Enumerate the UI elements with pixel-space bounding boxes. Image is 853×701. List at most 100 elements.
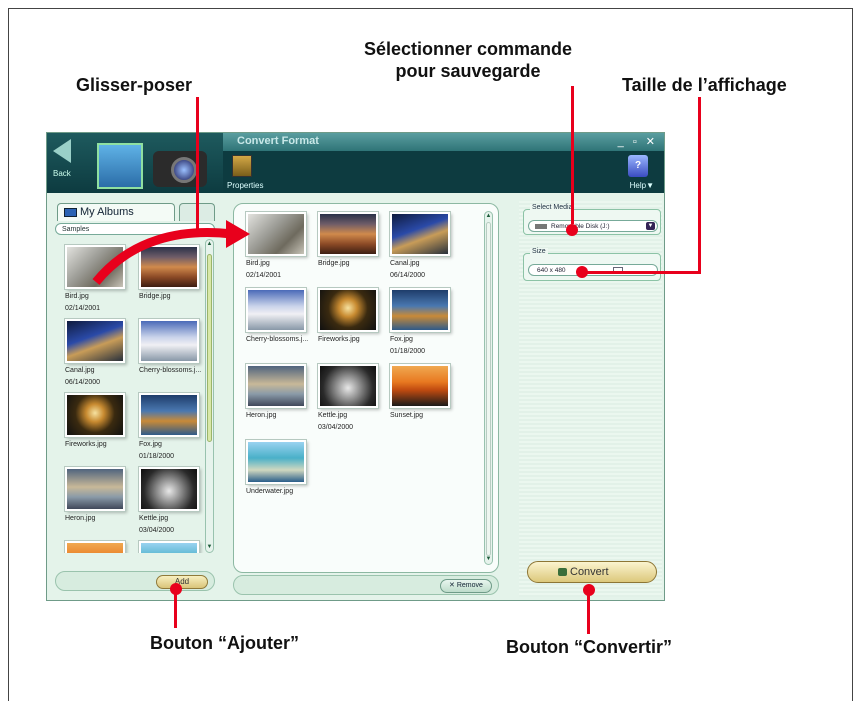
add-button[interactable]: Add — [156, 575, 208, 589]
thumbnail-filename: Bridge.jpg — [139, 293, 171, 300]
thumbnail-image[interactable] — [246, 212, 306, 256]
callout-selectionner: Sélectionner commande pour sauvegarde — [318, 38, 618, 82]
album-scrollbar[interactable]: ▲ ▼ — [205, 239, 214, 553]
thumbnail-item[interactable]: Cherry-blossoms.j... — [139, 319, 207, 378]
thumbnail-filename: Bird.jpg — [65, 293, 89, 300]
properties-label[interactable]: Properties — [227, 181, 263, 190]
thumbnail-image[interactable] — [139, 541, 199, 553]
thumbnail-image[interactable] — [390, 212, 450, 256]
thumbnail-image[interactable] — [139, 319, 199, 363]
thumbnail-image[interactable] — [139, 393, 199, 437]
properties-icon[interactable] — [232, 155, 252, 177]
thumbnail-item[interactable]: Bird.jpg 02/14/2001 — [246, 212, 318, 280]
thumbnail-item[interactable]: Sunset.jpg — [390, 364, 462, 423]
back-arrow-icon[interactable] — [53, 139, 71, 163]
remove-button[interactable]: ✕ Remove — [440, 579, 492, 593]
size-label: Size — [530, 248, 548, 255]
tab-my-albums-label: My Albums — [80, 206, 134, 218]
media-select[interactable]: Removable Disk (J:) ▼ — [528, 220, 658, 232]
scroll-up-icon[interactable]: ▲ — [485, 213, 492, 220]
callout-convertir: Bouton “Convertir” — [506, 637, 672, 657]
callout-line-taille-horizontal — [586, 271, 701, 274]
thumbnail-image[interactable] — [246, 288, 306, 332]
thumbnail-item[interactable]: Kettle.jpg 03/04/2000 — [318, 364, 390, 432]
thumbnail-filename: Sunset.jpg — [390, 412, 424, 419]
thumbnail-filename: Underwater.jpg — [246, 488, 294, 495]
tab-my-albums[interactable]: My Albums — [57, 203, 175, 221]
thumbnail-filename: Bird.jpg — [246, 260, 270, 267]
thumbnail-date: 01/18/2000 — [139, 453, 175, 460]
thumbnail-date: 03/04/2000 — [139, 527, 175, 534]
thumbnail-item[interactable]: Bridge.jpg — [139, 245, 207, 304]
thumbnail-filename: Cherry-blossoms.j... — [246, 336, 309, 343]
thumbnail-item[interactable]: Heron.jpg — [246, 364, 318, 423]
albums-panel: My Albums Samples Bird.jpg 02/14/2001 Brid… — [53, 199, 219, 598]
selected-scrollbar[interactable]: ▲ ▼ — [484, 211, 493, 565]
window-controls[interactable]: _ ▫ ✕ — [618, 135, 658, 148]
thumbnail-filename: Bridge.jpg — [318, 260, 350, 267]
thumbnail-item[interactable]: Bird.jpg 02/14/2001 — [65, 245, 137, 313]
thumbnail-date: 02/14/2001 — [246, 272, 282, 279]
callout-line-ajouter — [174, 592, 177, 628]
help-label[interactable]: Help▼ — [630, 181, 654, 190]
thumbnail-image[interactable] — [246, 440, 306, 484]
callout-ajouter: Bouton “Ajouter” — [150, 633, 299, 653]
convert-button[interactable]: Convert — [527, 561, 657, 583]
selected-thumbnail-list: Bird.jpg 02/14/2001 Bridge.jpg Canal.jpg 06/… — [233, 203, 499, 573]
thumbnail-image[interactable] — [65, 245, 125, 289]
settings-panel: Select Media Removable Disk (J:) ▼ Size … — [519, 201, 662, 597]
thumbnail-image[interactable] — [139, 467, 199, 511]
size-select[interactable]: 640 x 480 — [528, 264, 658, 276]
scroll-up-icon[interactable]: ▲ — [206, 241, 213, 248]
thumbnail-item[interactable] — [139, 541, 207, 553]
thumbnail-image[interactable] — [318, 288, 378, 332]
size-group: Size 640 x 480 — [523, 248, 661, 281]
album-scroll-thumb[interactable] — [207, 254, 212, 442]
thumbnail-filename: Canal.jpg — [390, 260, 420, 267]
thumbnail-image[interactable] — [65, 393, 125, 437]
callout-line-selectionner — [571, 86, 574, 224]
thumbnail-item[interactable]: Underwater.jpg — [246, 440, 318, 499]
back-label[interactable]: Back — [53, 169, 71, 178]
selected-scroll-thumb[interactable] — [486, 222, 491, 556]
selected-panel: Bird.jpg 02/14/2001 Bridge.jpg Canal.jpg 06/… — [231, 201, 503, 597]
callout-line-taille-vertical — [698, 97, 701, 273]
scroll-down-icon[interactable]: ▼ — [485, 556, 492, 563]
thumbnail-date: 06/14/2000 — [390, 272, 426, 279]
thumbnail-filename: Heron.jpg — [65, 515, 96, 522]
thumbnail-item[interactable]: Kettle.jpg 03/04/2000 — [139, 467, 207, 535]
thumbnail-item[interactable]: Canal.jpg 06/14/2000 — [390, 212, 462, 280]
thumbnail-item[interactable]: Fireworks.jpg — [318, 288, 390, 347]
thumbnail-image[interactable] — [246, 364, 306, 408]
thumbnail-image[interactable] — [318, 364, 378, 408]
thumbnail-image[interactable] — [390, 288, 450, 332]
selected-footer: ✕ Remove — [233, 575, 499, 595]
album-select[interactable]: Samples — [55, 223, 215, 235]
thumbnail-filename: Fox.jpg — [139, 441, 162, 448]
panel-divider[interactable] — [223, 199, 227, 599]
callout-dot-taille — [576, 266, 588, 278]
thumbnail-image[interactable] — [390, 364, 450, 408]
thumbnail-item[interactable]: Fireworks.jpg — [65, 393, 137, 452]
convert-icon — [558, 568, 567, 576]
thumbnail-item[interactable] — [65, 541, 137, 553]
thumbnail-image[interactable] — [318, 212, 378, 256]
thumbnail-item[interactable]: Fox.jpg 01/18/2000 — [139, 393, 207, 461]
thumbnail-item[interactable]: Bridge.jpg — [318, 212, 390, 271]
select-media-label: Select Media — [530, 204, 575, 211]
thumbnail-image[interactable] — [139, 245, 199, 289]
album-icon — [64, 208, 77, 217]
thumbnail-image[interactable] — [65, 541, 125, 553]
thumbnail-item[interactable]: Heron.jpg — [65, 467, 137, 526]
thumbnail-item[interactable]: Canal.jpg 06/14/2000 — [65, 319, 137, 387]
help-icon[interactable]: ? — [628, 155, 648, 177]
thumbnail-filename: Cherry-blossoms.j... — [139, 367, 202, 374]
thumbnail-image[interactable] — [65, 319, 125, 363]
thumbnail-item[interactable]: Fox.jpg 01/18/2000 — [390, 288, 462, 356]
scroll-down-icon[interactable]: ▼ — [206, 544, 213, 551]
thumbnail-item[interactable]: Cherry-blossoms.j... — [246, 288, 318, 347]
callout-selectionner-line2: pour sauvegarde — [395, 61, 541, 81]
thumbnail-image[interactable] — [65, 467, 125, 511]
chevron-down-icon[interactable]: ▼ — [646, 222, 655, 230]
thumbnail-date: 01/18/2000 — [390, 348, 426, 355]
